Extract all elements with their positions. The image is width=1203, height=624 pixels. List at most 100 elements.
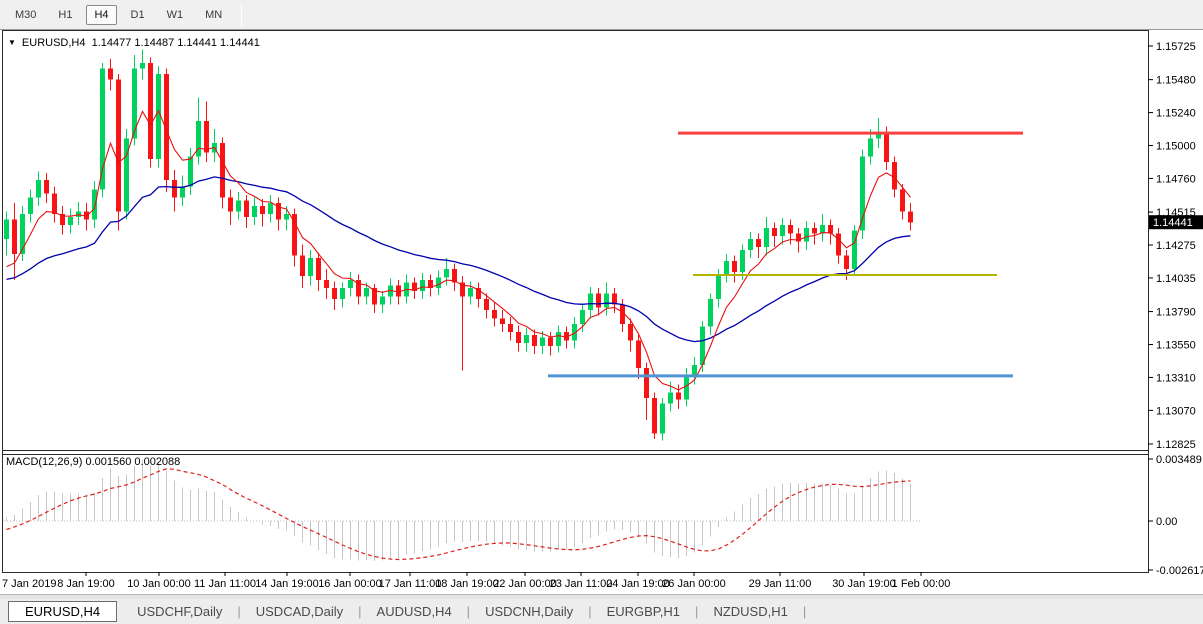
candle-body	[772, 228, 777, 236]
candle-body	[788, 225, 793, 233]
candle-body	[532, 335, 537, 346]
price-tick-label: 1.13790	[1156, 307, 1196, 319]
candle-body	[284, 214, 289, 219]
price-tick-label: 1.15480	[1156, 75, 1196, 87]
time-tick-label: 14 Jan 19:00	[255, 578, 319, 590]
tab-eurgbp-h1[interactable]: EURGBP,H1	[593, 602, 694, 621]
price-tick-label: 1.15000	[1156, 141, 1196, 153]
candle-body	[588, 294, 593, 310]
candle-body	[444, 269, 449, 277]
candle-body	[4, 220, 9, 239]
candle-body	[76, 211, 81, 216]
candle-body	[12, 220, 17, 254]
timeframe-m30[interactable]: M30	[7, 5, 44, 25]
candle-body	[340, 288, 345, 299]
candle-body	[364, 288, 369, 296]
candle-body	[484, 299, 489, 310]
candle-body	[468, 288, 473, 296]
tab-usdchf-daily[interactable]: USDCHF,Daily	[123, 602, 236, 621]
candle-body	[908, 211, 913, 222]
candle-body	[324, 280, 329, 288]
candle-body	[52, 194, 57, 215]
price-tick-label: 1.15240	[1156, 108, 1196, 120]
candle-body	[380, 296, 385, 304]
macd-tick-label: -0.002617	[1156, 565, 1203, 577]
candle-body	[236, 200, 241, 211]
time-tick-label: 24 Jan 19:00	[606, 578, 670, 590]
candle-body	[540, 338, 545, 346]
candle-body	[748, 239, 753, 250]
time-tick-label: 29 Jan 11:00	[749, 578, 812, 590]
time-tick-label: 23 Jan 11:00	[550, 578, 613, 590]
candle-body	[132, 69, 137, 139]
candle-body	[684, 376, 689, 399]
candle-body	[172, 180, 177, 198]
tab-usdcnh-daily[interactable]: USDCNH,Daily	[471, 602, 587, 621]
timeframe-h1[interactable]: H1	[50, 5, 80, 25]
candle-body	[732, 261, 737, 272]
macd-tick-label: 0.003489	[1156, 454, 1202, 466]
time-tick-label: 1 Feb 00:00	[892, 578, 951, 590]
candle-body	[548, 338, 553, 346]
candle-body	[28, 198, 33, 214]
tab-eurusd-h4[interactable]: EURUSD,H4	[8, 601, 117, 622]
candle-body	[228, 198, 233, 212]
candle-body	[140, 63, 145, 68]
candle-body	[900, 189, 905, 211]
candle-body	[868, 139, 873, 157]
candle-body	[716, 275, 721, 300]
candle-body	[188, 156, 193, 186]
candle-body	[204, 121, 209, 153]
timeframe-w1[interactable]: W1	[159, 5, 192, 25]
toolbar-separator	[241, 4, 242, 26]
price-tick-label: 1.13550	[1156, 340, 1196, 352]
candle-body	[492, 310, 497, 318]
candle-body	[108, 69, 113, 80]
candle-body	[604, 294, 609, 308]
candle-body	[420, 280, 425, 291]
candle-body	[436, 277, 441, 288]
candle-body	[892, 162, 897, 189]
time-tick-label: 8 Jan 19:00	[57, 578, 115, 590]
time-tick-label: 18 Jan 19:00	[435, 578, 499, 590]
tab-usdcad-daily[interactable]: USDCAD,Daily	[242, 602, 357, 621]
candle-body	[148, 63, 153, 159]
candle-body	[524, 335, 529, 343]
candle-body	[44, 180, 49, 194]
candle-body	[828, 225, 833, 233]
candle-body	[780, 225, 785, 236]
time-tick-label: 10 Jan 00:00	[127, 578, 191, 590]
candle-body	[252, 206, 257, 217]
timeframe-mn[interactable]: MN	[197, 5, 230, 25]
time-tick-label: 22 Jan 00:00	[493, 578, 557, 590]
timeframe-d1[interactable]: D1	[123, 5, 153, 25]
candle-body	[756, 239, 761, 247]
price-tick-label: 1.12825	[1156, 439, 1196, 451]
time-tick-label: 17 Jan 11:00	[379, 578, 442, 590]
candle-body	[764, 228, 769, 247]
fast-ma-line	[7, 111, 911, 390]
time-tick-label: 11 Jan 11:00	[194, 578, 256, 590]
terminal-window: M30 H1 H4 D1 W1MN ▼EURUSD,H4 1.14477 1.14487…	[0, 0, 1203, 624]
candle-body	[580, 310, 585, 324]
price-tick-label: 1.15725	[1156, 41, 1196, 53]
price-tick-label: 1.14035	[1156, 273, 1196, 285]
chart-canvas[interactable]: 1.157251.154801.152401.150001.147601.145…	[0, 30, 1203, 594]
candle-body	[692, 365, 697, 376]
candle-body	[268, 203, 273, 214]
tab-audusd-h4[interactable]: AUDUSD,H4	[363, 602, 466, 621]
candle-body	[812, 228, 817, 233]
candle-body	[724, 261, 729, 275]
candle-body	[740, 250, 745, 272]
tab-nzdusd-h1[interactable]: NZDUSD,H1	[699, 602, 801, 621]
candle-body	[844, 255, 849, 269]
candle-body	[652, 398, 657, 434]
timeframe-h4[interactable]: H4	[86, 5, 116, 25]
candle-body	[644, 368, 649, 398]
candle-body	[708, 299, 713, 326]
chart-window: ▼EURUSD,H4 1.14477 1.14487 1.14441 1.144…	[0, 30, 1203, 594]
candle-body	[636, 340, 641, 367]
slow-ma-line	[7, 177, 911, 342]
candle-body	[628, 324, 633, 340]
candle-body	[36, 180, 41, 198]
